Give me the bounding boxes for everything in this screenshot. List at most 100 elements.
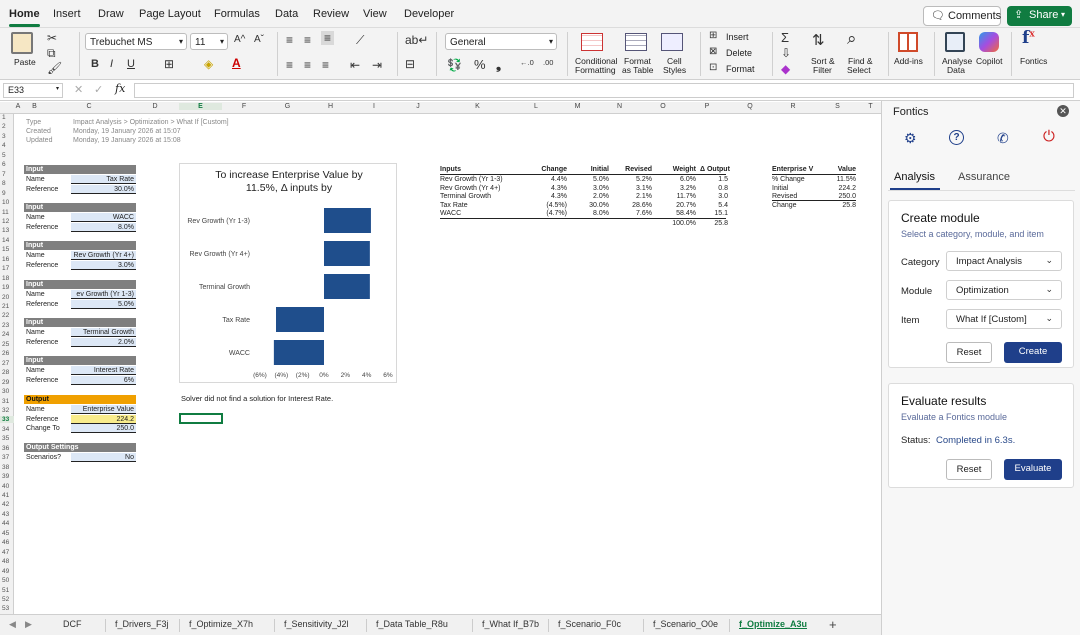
cancel-icon[interactable]: ✕ — [74, 83, 83, 96]
align-center-icon[interactable]: ≡ — [304, 58, 311, 72]
table-cell[interactable]: 58.4% — [656, 209, 696, 218]
cut-icon[interactable]: ✂ — [47, 31, 57, 45]
row-header[interactable]: 22 — [0, 312, 14, 319]
row-header[interactable]: 26 — [0, 350, 14, 357]
wrap-text-icon[interactable]: ab↵ — [405, 33, 428, 47]
sheet-tab[interactable]: f_Drivers_F3j — [115, 619, 169, 629]
reset-create-button[interactable]: Reset — [946, 342, 992, 363]
autosum-icon[interactable]: Σ — [781, 30, 789, 45]
row-header[interactable]: 14 — [0, 237, 14, 244]
row-header[interactable]: 43 — [0, 511, 14, 518]
evaluate-button[interactable]: Evaluate — [1004, 459, 1062, 480]
row-header[interactable]: 40 — [0, 483, 14, 490]
column-header[interactable]: G — [266, 103, 309, 110]
orientation-icon[interactable]: ⟋ — [356, 33, 364, 48]
font-size-select[interactable]: 11 ▾ — [190, 33, 228, 50]
fx-icon[interactable]: fx — [115, 82, 125, 95]
row-header[interactable]: 31 — [0, 398, 14, 405]
column-header[interactable]: N — [598, 103, 641, 110]
decrease-decimal-icon[interactable]: .00 — [543, 58, 553, 67]
row-header[interactable]: 30 — [0, 388, 14, 395]
help-icon[interactable]: ? — [949, 130, 964, 145]
fill-color-icon[interactable]: ◈ — [204, 57, 213, 71]
input-name-cell[interactable]: Tax Rate — [71, 175, 136, 184]
row-header[interactable]: 1 — [0, 114, 14, 121]
bar-2[interactable] — [324, 274, 370, 299]
paste-icon[interactable] — [11, 32, 33, 54]
bar-1[interactable] — [324, 241, 370, 266]
format-table-icon[interactable] — [625, 33, 647, 51]
tab-page-layout[interactable]: Page Layout — [139, 8, 201, 20]
module-select[interactable]: Optimization ⌄ — [946, 280, 1062, 300]
column-header[interactable]: D — [131, 103, 179, 110]
selected-cell[interactable] — [179, 413, 223, 424]
row-header[interactable]: 46 — [0, 539, 14, 546]
row-header[interactable]: 41 — [0, 492, 14, 499]
input-ref-cell[interactable]: 2.0% — [71, 338, 136, 347]
item-select[interactable]: What If [Custom] ⌄ — [946, 309, 1062, 329]
column-header[interactable]: O — [641, 103, 685, 110]
sheet-tab[interactable]: f_Scenario_O0e — [653, 619, 718, 629]
input-name-cell[interactable]: Terminal Growth — [71, 328, 136, 337]
create-button[interactable]: Create — [1004, 342, 1062, 363]
align-bottom-icon[interactable]: ≡ — [321, 31, 335, 45]
formula-input[interactable] — [134, 83, 1074, 98]
column-header[interactable]: M — [557, 103, 598, 110]
output-name-cell[interactable]: Enterprise Value — [71, 405, 136, 414]
align-left-icon[interactable]: ≡ — [286, 58, 293, 72]
row-header[interactable]: 9 — [0, 190, 14, 197]
row-header[interactable]: 23 — [0, 322, 14, 329]
sheet-tab[interactable]: f_What If_B7b — [482, 619, 539, 629]
fontics-icon[interactable]: fx — [1022, 28, 1035, 48]
row-header[interactable]: 16 — [0, 256, 14, 263]
borders-icon[interactable]: ⊞ — [164, 57, 174, 71]
column-header[interactable]: F — [222, 103, 266, 110]
column-header[interactable]: A — [14, 103, 22, 110]
share-button[interactable]: ⇪ Share ▾ — [1007, 6, 1072, 26]
tab-draw[interactable]: Draw — [98, 8, 124, 20]
row-header[interactable]: 35 — [0, 435, 14, 442]
tab-assurance[interactable]: Assurance — [958, 171, 1010, 183]
row-header[interactable]: 19 — [0, 284, 14, 291]
analyse-data-icon[interactable] — [945, 32, 965, 52]
align-top-icon[interactable]: ≡ — [286, 33, 293, 47]
row-header[interactable]: 10 — [0, 199, 14, 206]
tab-developer[interactable]: Developer — [404, 8, 454, 20]
tab-view[interactable]: View — [363, 8, 387, 20]
name-box[interactable]: E33 ▾ — [3, 83, 63, 98]
table-cell[interactable]: 7.6% — [612, 209, 652, 218]
format-cells-button[interactable]: Format — [726, 65, 755, 74]
row-header[interactable]: 21 — [0, 303, 14, 310]
row-header[interactable]: 24 — [0, 331, 14, 338]
row-header[interactable]: 28 — [0, 369, 14, 376]
column-header[interactable]: S — [815, 103, 860, 110]
tab-home[interactable]: Home — [9, 8, 40, 27]
bar-3[interactable] — [276, 307, 324, 332]
fill-icon[interactable]: ⇩ — [781, 46, 791, 60]
search-icon[interactable]: ⌕ — [847, 29, 857, 49]
column-header[interactable]: Q — [729, 103, 771, 110]
decrease-font-icon[interactable]: Aˇ — [254, 34, 264, 45]
currency-icon[interactable]: 💱 — [447, 58, 462, 72]
delete-cells-icon[interactable]: ⊠ — [709, 46, 717, 57]
table-cell[interactable]: 8.0% — [572, 209, 609, 218]
row-header[interactable]: 34 — [0, 426, 14, 433]
sheet-tab[interactable]: DCF — [63, 619, 82, 629]
row-header[interactable]: 15 — [0, 246, 14, 253]
cell-styles-icon[interactable] — [661, 33, 683, 51]
table-cell[interactable]: (4.7%) — [530, 209, 567, 218]
addins-icon[interactable] — [898, 32, 918, 52]
row-header[interactable]: 17 — [0, 265, 14, 272]
row-header[interactable]: 6 — [0, 161, 14, 168]
comma-icon[interactable]: ❟ — [496, 57, 501, 73]
comments-button[interactable]: 🗨 Comments — [923, 6, 1001, 26]
format-painter-icon[interactable]: 🖌 — [47, 61, 62, 75]
row-header[interactable]: 5 — [0, 152, 14, 159]
italic-icon[interactable]: I — [110, 58, 113, 70]
row-header[interactable]: 48 — [0, 558, 14, 565]
delete-cells-button[interactable]: Delete — [726, 49, 752, 58]
row-header[interactable]: 3 — [0, 133, 14, 140]
column-header[interactable]: R — [771, 103, 815, 110]
row-header[interactable]: 7 — [0, 171, 14, 178]
row-header[interactable]: 2 — [0, 123, 14, 130]
